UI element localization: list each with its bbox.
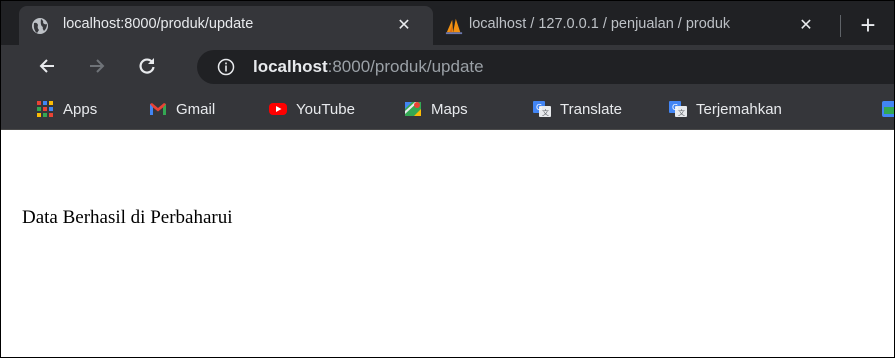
gmail-icon [150, 103, 166, 115]
bookmark-youtube[interactable]: YouTube [268, 98, 355, 120]
bookmark-label: YouTube [296, 100, 355, 118]
svg-text:文: 文 [542, 108, 549, 117]
translate-icon: G 文 [533, 101, 551, 117]
url-path: :8000/produk/update [327, 57, 484, 76]
success-message: Data Berhasil di Perbaharui [22, 207, 233, 228]
back-arrow-icon [39, 59, 54, 73]
reload-icon [139, 58, 155, 74]
address-bar[interactable]: localhost:8000/produk/update [197, 50, 894, 84]
bookmark-label: Maps [431, 100, 468, 118]
forward-arrow-icon [90, 59, 105, 73]
info-icon[interactable] [217, 58, 235, 76]
tab-title: localhost:8000/produk/update [63, 16, 254, 32]
phpmyadmin-sail-icon [445, 18, 463, 35]
translate-icon: G 文 [669, 101, 687, 117]
overflow-bookmark-icon[interactable] [881, 99, 895, 119]
bookmark-label: Gmail [176, 100, 216, 118]
apps-grid-icon [37, 101, 53, 117]
bookmark-translate[interactable]: G 文 Translate [532, 98, 622, 120]
maps-icon [405, 102, 421, 116]
globe-icon [32, 18, 48, 34]
bookmark-label: Terjemahkan [696, 100, 782, 118]
tab-title: localhost / 127.0.0.1 / penjualan / prod… [469, 16, 731, 32]
bookmark-terjemahkan[interactable]: G 文 Terjemahkan [668, 98, 782, 120]
bookmark-label: Translate [560, 100, 622, 118]
toolbar: localhost:8000/produk/update [1, 45, 894, 89]
new-tab-button[interactable]: + [853, 10, 883, 40]
youtube-icon [269, 103, 287, 115]
tab-close-button[interactable]: ✕ [795, 14, 817, 36]
bookmarks-bar: Apps Gmail YouTube Maps G 文 Translate G … [1, 89, 894, 129]
url-host: localhost [253, 57, 328, 76]
tab-close-button[interactable]: ✕ [393, 14, 415, 36]
bookmark-gmail[interactable]: Gmail [148, 98, 215, 120]
tab-divider [840, 15, 841, 37]
svg-text:文: 文 [678, 108, 685, 117]
reload-button[interactable] [132, 51, 162, 81]
forward-button[interactable] [82, 51, 112, 81]
browser-window: localhost:8000/produk/update ✕ localhost… [0, 0, 895, 358]
tab-phpmyadmin[interactable]: localhost / 127.0.0.1 / penjualan / prod… [433, 6, 829, 45]
tab-produk-update[interactable]: localhost:8000/produk/update ✕ [19, 6, 433, 45]
back-button[interactable] [32, 51, 62, 81]
bookmark-apps[interactable]: Apps [35, 98, 97, 120]
page-content: Data Berhasil di Perbaharui [1, 129, 894, 357]
tab-strip: localhost:8000/produk/update ✕ localhost… [1, 1, 894, 45]
bookmark-label: Apps [63, 100, 98, 118]
url-text[interactable]: localhost:8000/produk/update [253, 57, 484, 77]
bookmark-maps[interactable]: Maps [403, 98, 468, 120]
